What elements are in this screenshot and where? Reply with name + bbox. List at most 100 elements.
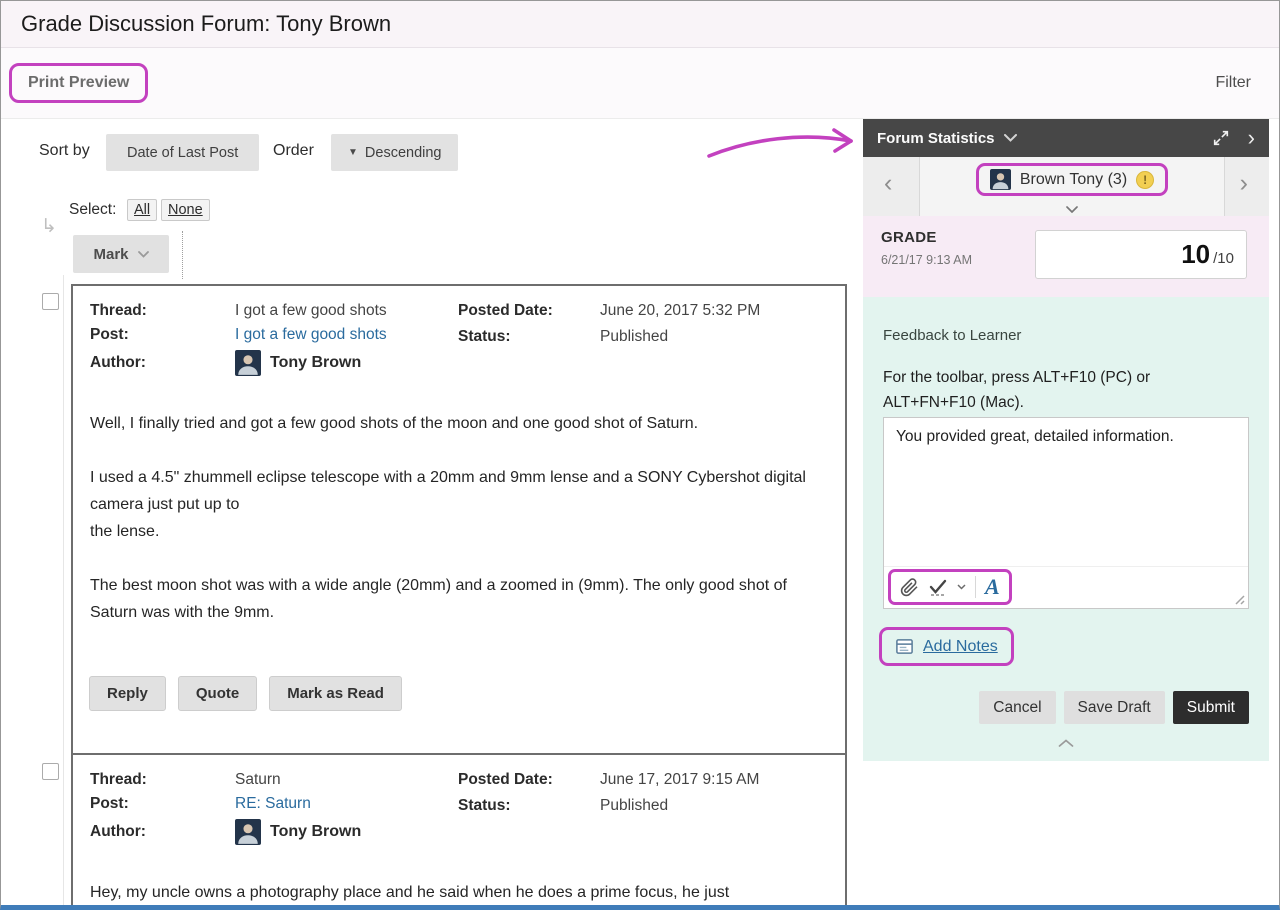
chevron-down-icon[interactable] bbox=[1066, 206, 1078, 213]
cancel-button[interactable]: Cancel bbox=[979, 691, 1055, 724]
filter-button[interactable]: Filter bbox=[1215, 74, 1251, 92]
spellcheck-button[interactable] bbox=[928, 577, 948, 597]
status-label: Status: bbox=[458, 328, 600, 346]
post-meta-right: Posted Date: June 17, 2017 9:15 AM Statu… bbox=[458, 771, 759, 815]
status-label: Status: bbox=[458, 797, 600, 815]
author-label: Author: bbox=[90, 823, 235, 841]
post-body: Hey, my uncle owns a photography place a… bbox=[90, 879, 832, 910]
reply-button[interactable]: Reply bbox=[89, 676, 166, 711]
spellcheck-dropdown-button[interactable] bbox=[957, 584, 966, 590]
add-notes-link[interactable]: Add Notes bbox=[923, 638, 998, 656]
grade-timestamp: 6/21/17 9:13 AM bbox=[881, 253, 972, 267]
collapse-section-button[interactable] bbox=[1059, 735, 1074, 750]
post-link[interactable]: RE: Saturn bbox=[235, 795, 361, 813]
annotation-add-notes: Add Notes bbox=[879, 627, 1014, 666]
sort-by-select[interactable]: Date of Last Post bbox=[106, 134, 259, 171]
author-avatar bbox=[235, 350, 261, 376]
forum-statistics-title[interactable]: Forum Statistics bbox=[877, 130, 995, 147]
mark-button[interactable]: Mark bbox=[73, 235, 169, 273]
annotation-print-preview: Print Preview bbox=[9, 63, 148, 103]
grade-discussion-page: Grade Discussion Forum: Tony Brown Print… bbox=[0, 0, 1280, 910]
post-paragraph: Hey, my uncle owns a photography place a… bbox=[90, 879, 832, 906]
feedback-textarea[interactable]: You provided great, detailed information… bbox=[884, 418, 1248, 566]
submit-button[interactable]: Submit bbox=[1173, 691, 1249, 724]
order-select[interactable]: ▼ Descending bbox=[331, 134, 458, 171]
chevron-down-icon bbox=[138, 251, 149, 258]
student-selector[interactable]: Brown Tony (3) ! bbox=[976, 163, 1168, 196]
feedback-label: Feedback to Learner bbox=[883, 327, 1021, 344]
feedback-buttons: Cancel Save Draft Submit bbox=[979, 691, 1249, 724]
status-value: Published bbox=[600, 328, 760, 346]
posted-date-label: Posted Date: bbox=[458, 771, 600, 789]
author-name: Tony Brown bbox=[270, 354, 361, 372]
panel-header: Forum Statistics › bbox=[863, 119, 1269, 157]
post-checkbox[interactable] bbox=[42, 763, 59, 780]
thread-label: Thread: bbox=[90, 302, 235, 320]
text-style-button[interactable]: A bbox=[985, 576, 1000, 598]
toolbar-divider bbox=[182, 231, 183, 279]
grade-label: GRADE bbox=[881, 229, 937, 246]
select-label: Select: bbox=[69, 201, 116, 219]
order-label: Order bbox=[273, 142, 314, 160]
previous-student-button[interactable]: ‹ bbox=[884, 169, 892, 198]
resize-handle[interactable] bbox=[1232, 592, 1245, 605]
author-avatar bbox=[235, 819, 261, 845]
sort-by-label: Sort by bbox=[39, 142, 90, 160]
grade-section: GRADE 6/21/17 9:13 AM /10 bbox=[863, 216, 1269, 297]
next-student-button[interactable]: › bbox=[1240, 169, 1248, 198]
page-title: Grade Discussion Forum: Tony Brown bbox=[21, 11, 391, 37]
status-value: Published bbox=[600, 797, 759, 815]
grade-input-box: /10 bbox=[1035, 230, 1247, 279]
descending-icon: ▼ bbox=[348, 147, 358, 158]
thread-label: Thread: bbox=[90, 771, 235, 789]
annotation-editor-tools: A bbox=[888, 569, 1012, 605]
post-actions: Reply Quote Mark as Read bbox=[89, 676, 402, 711]
needs-grading-icon: ! bbox=[1136, 171, 1154, 189]
post-meta: Thread: Saturn Post: RE: Saturn Author: … bbox=[90, 771, 361, 845]
author-cell: Tony Brown bbox=[235, 350, 387, 376]
select-all-link[interactable]: All bbox=[127, 199, 157, 221]
title-bar: Grade Discussion Forum: Tony Brown bbox=[1, 1, 1279, 48]
chevron-down-icon[interactable] bbox=[1004, 134, 1017, 142]
post-paragraph: Well, I finally tried and got a few good… bbox=[90, 410, 832, 437]
save-draft-button[interactable]: Save Draft bbox=[1064, 691, 1165, 724]
post-link[interactable]: I got a few good shots bbox=[235, 326, 387, 344]
select-none-link[interactable]: None bbox=[161, 199, 210, 221]
posted-date-label: Posted Date: bbox=[458, 302, 600, 320]
chevron-up-icon bbox=[1059, 739, 1074, 747]
grading-panel: Forum Statistics › ‹ Brown Tony (3) ! › bbox=[863, 119, 1269, 905]
editor-toolbar-hint: For the toolbar, press ALT+F10 (PC) or A… bbox=[883, 365, 1219, 415]
quote-button[interactable]: Quote bbox=[178, 676, 257, 711]
post-label: Post: bbox=[90, 795, 235, 813]
spellcheck-icon bbox=[928, 577, 948, 597]
post-card: Thread: I got a few good shots Post: I g… bbox=[71, 284, 847, 759]
print-preview-button[interactable]: Print Preview bbox=[28, 74, 129, 92]
post-paragraph: The best moon shot was with a wide angle… bbox=[90, 572, 832, 626]
feedback-section: Feedback to Learner For the toolbar, pre… bbox=[863, 297, 1269, 761]
student-selector-area: Brown Tony (3) ! bbox=[919, 157, 1225, 216]
author-label: Author: bbox=[90, 354, 235, 372]
paperclip-icon bbox=[900, 578, 919, 597]
author-name: Tony Brown bbox=[270, 823, 361, 841]
mark-button-label: Mark bbox=[93, 246, 128, 263]
author-cell: Tony Brown bbox=[235, 819, 361, 845]
expand-icon[interactable] bbox=[1212, 129, 1230, 147]
post-body: Well, I finally tried and got a few good… bbox=[90, 410, 832, 653]
post-paragraph: I used a 4.5" zhummell eclipse telescope… bbox=[90, 464, 832, 545]
thread-tree-line bbox=[63, 275, 64, 907]
student-navigator: ‹ Brown Tony (3) ! › bbox=[863, 157, 1269, 216]
post-checkbox[interactable] bbox=[42, 293, 59, 310]
attach-file-button[interactable] bbox=[900, 578, 919, 597]
panel-collapse-right-icon[interactable]: › bbox=[1248, 127, 1255, 149]
grade-input[interactable] bbox=[1152, 239, 1210, 270]
posted-date-value: June 17, 2017 9:15 AM bbox=[600, 771, 759, 789]
post-meta-right: Posted Date: June 20, 2017 5:32 PM Statu… bbox=[458, 302, 760, 346]
add-notes-icon bbox=[895, 637, 914, 656]
post-label: Post: bbox=[90, 326, 235, 344]
annotation-arrow bbox=[701, 119, 866, 165]
order-value: Descending bbox=[365, 145, 442, 161]
chevron-down-icon bbox=[957, 584, 966, 590]
mark-as-read-button[interactable]: Mark as Read bbox=[269, 676, 402, 711]
feedback-editor: You provided great, detailed information… bbox=[883, 417, 1249, 609]
reply-indent-icon: ↳ bbox=[41, 215, 57, 238]
